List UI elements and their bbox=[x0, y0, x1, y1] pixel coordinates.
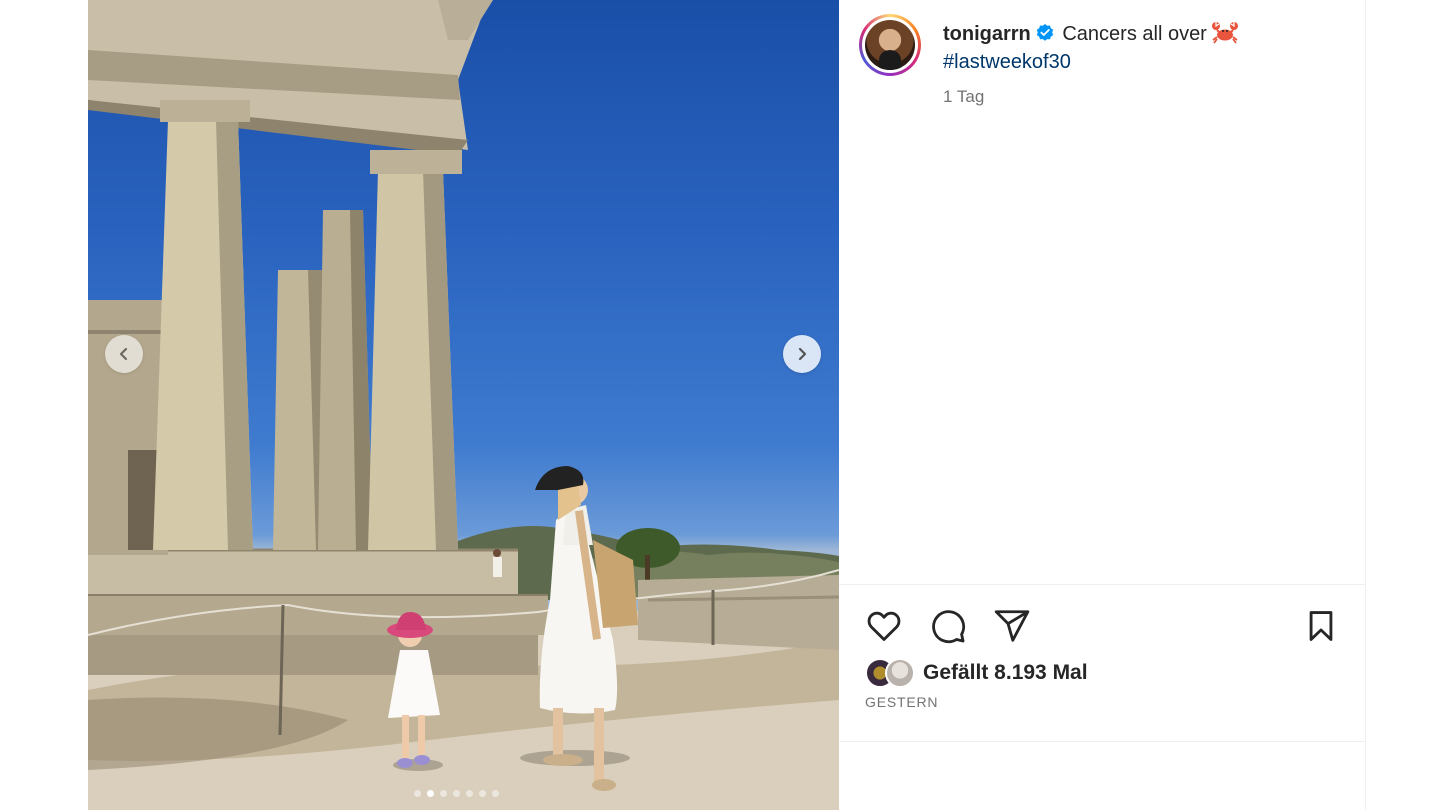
caption-text: Cancers all over bbox=[1062, 23, 1207, 45]
comment-button[interactable] bbox=[929, 607, 967, 645]
crab-emoji-icon bbox=[1211, 22, 1238, 44]
post-media[interactable] bbox=[88, 0, 839, 810]
username-link[interactable]: tonigarrn bbox=[943, 23, 1031, 45]
post-caption: tonigarrn Cancers all over #lastweekof30 bbox=[943, 20, 1343, 76]
carousel-dot bbox=[466, 790, 473, 797]
likes-summary: Gefällt 8.193 Mal bbox=[865, 658, 1088, 688]
liker-avatar bbox=[885, 658, 915, 688]
save-button[interactable] bbox=[1302, 607, 1340, 645]
carousel-dot bbox=[440, 790, 447, 797]
chevron-right-icon bbox=[798, 347, 807, 361]
bookmark-icon bbox=[1309, 611, 1333, 641]
previous-slide-button[interactable] bbox=[105, 335, 143, 373]
post-photo bbox=[88, 0, 839, 810]
carousel-dot bbox=[453, 790, 460, 797]
carousel-dot bbox=[479, 790, 486, 797]
avatar-image bbox=[865, 20, 915, 70]
next-slide-button[interactable] bbox=[783, 335, 821, 373]
carousel-dot bbox=[492, 790, 499, 797]
carousel-dot bbox=[414, 790, 421, 797]
action-bar bbox=[865, 607, 1031, 645]
divider bbox=[839, 584, 1366, 585]
post-side-panel: tonigarrn Cancers all over #lastweekof30… bbox=[839, 0, 1366, 810]
paper-plane-icon bbox=[994, 610, 1030, 642]
share-button[interactable] bbox=[993, 607, 1031, 645]
like-button[interactable] bbox=[865, 607, 903, 645]
verified-badge-icon bbox=[1036, 24, 1053, 41]
comment-icon bbox=[932, 610, 966, 644]
chevron-left-icon bbox=[119, 347, 128, 361]
post-date: GESTERN bbox=[865, 694, 939, 710]
heart-icon bbox=[867, 611, 901, 641]
carousel-dot-active bbox=[427, 790, 434, 797]
hashtag-link[interactable]: #lastweekof30 bbox=[943, 48, 1343, 76]
profile-avatar[interactable] bbox=[859, 14, 921, 76]
post-timestamp[interactable]: 1 Tag bbox=[943, 87, 984, 107]
divider bbox=[839, 741, 1366, 742]
likes-count-link[interactable]: Gefällt 8.193 Mal bbox=[923, 661, 1088, 685]
carousel-indicator bbox=[414, 790, 499, 797]
